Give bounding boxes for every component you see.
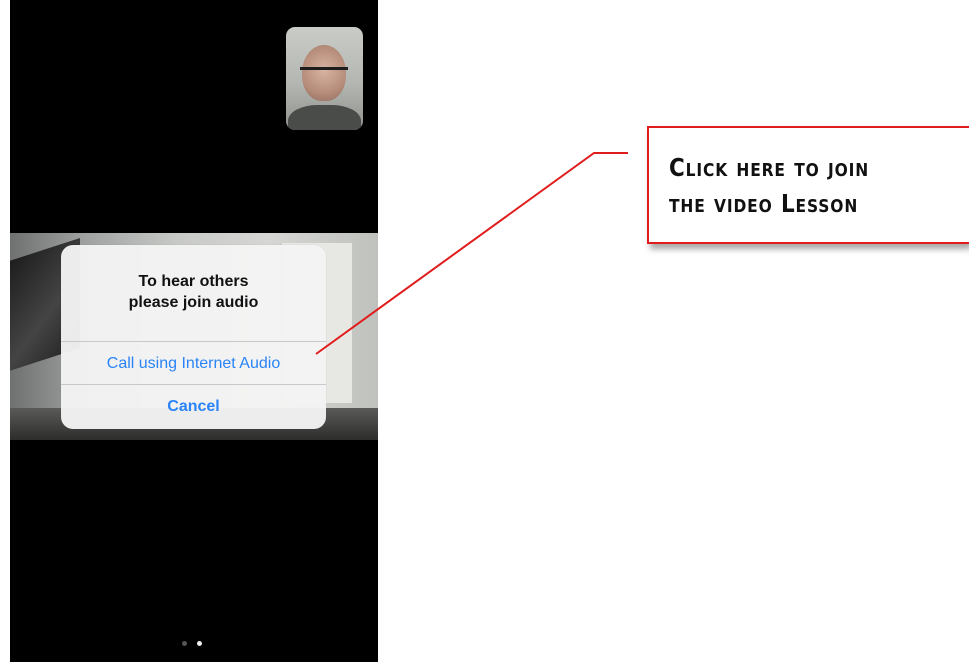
cancel-button[interactable]: Cancel (61, 385, 326, 429)
self-video-thumbnail[interactable] (286, 27, 363, 130)
call-internet-audio-button[interactable]: Call using Internet Audio (61, 342, 326, 386)
page-dot-1[interactable] (182, 641, 187, 646)
phone-screen: To hear others please join audio Call us… (10, 0, 378, 662)
dialog-title-line1: To hear others (138, 273, 249, 290)
page-indicator[interactable] (182, 641, 212, 647)
dialog-title-line2: please join audio (128, 294, 259, 311)
self-video-glasses (300, 67, 348, 80)
self-video-shoulders (288, 105, 361, 130)
dialog-title: To hear others please join audio (61, 271, 326, 313)
annotation-callout: Click here to join the video Lesson (647, 126, 969, 244)
page: To hear others please join audio Call us… (0, 0, 969, 662)
join-audio-dialog: To hear others please join audio Call us… (61, 245, 326, 429)
annotation-line1: Click here to join (669, 153, 870, 182)
annotation-line2: the video Lesson (669, 189, 859, 218)
page-dot-2[interactable] (197, 641, 202, 646)
annotation-text: Click here to join the video Lesson (669, 150, 927, 222)
